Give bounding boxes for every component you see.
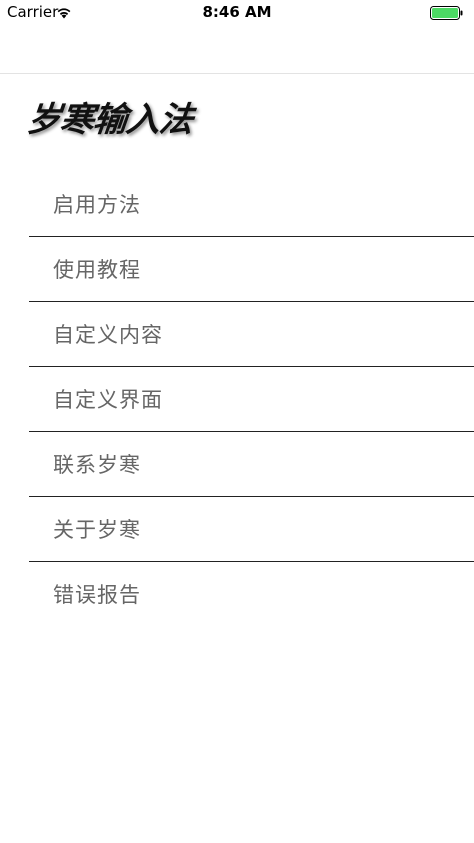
menu-item-custom-content[interactable]: 自定义内容 — [29, 302, 474, 367]
menu-item-label: 使用教程 — [53, 258, 141, 282]
app-logo: 岁寒输入法 — [24, 100, 195, 140]
menu-item-enable-method[interactable]: 启用方法 — [29, 172, 474, 237]
menu-item-label: 启用方法 — [53, 193, 141, 217]
menu-item-about[interactable]: 关于岁寒 — [29, 497, 474, 562]
menu-item-error-report[interactable]: 错误报告 — [29, 562, 474, 626]
menu-item-custom-interface[interactable]: 自定义界面 — [29, 367, 474, 432]
menu-item-label: 关于岁寒 — [53, 518, 141, 542]
menu-item-label: 联系岁寒 — [53, 453, 141, 477]
menu-item-label: 自定义内容 — [53, 323, 163, 347]
menu-item-label: 自定义界面 — [53, 388, 163, 412]
menu-item-contact[interactable]: 联系岁寒 — [29, 432, 474, 497]
menu-item-tutorial[interactable]: 使用教程 — [29, 237, 474, 302]
menu-item-label: 错误报告 — [53, 583, 141, 607]
clock-time: 8:46 AM — [202, 3, 272, 21]
status-bar: Carrier 8:46 AM — [0, 0, 474, 24]
app-screen: Carrier 8:46 AM 岁寒输入法 启用方法 使用教程 自定义内容 自定… — [0, 0, 474, 843]
battery-icon — [430, 5, 464, 20]
navigation-bar — [0, 24, 474, 74]
main-menu: 启用方法 使用教程 自定义内容 自定义界面 联系岁寒 关于岁寒 错误报告 — [29, 172, 474, 626]
